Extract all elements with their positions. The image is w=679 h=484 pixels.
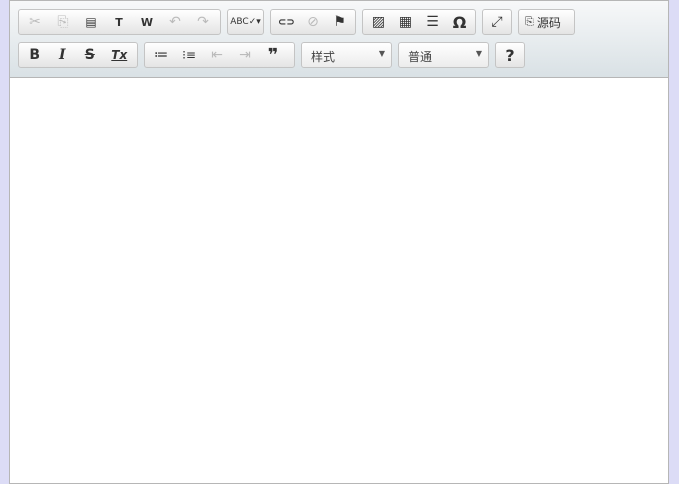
remove-format-icon[interactable]: Tx <box>104 44 135 66</box>
paste-word-icon[interactable]: W <box>133 11 161 33</box>
anchor-flag-icon[interactable]: ⚑ <box>326 11 353 33</box>
dropdown-arrow-icon: ▼ <box>475 49 482 58</box>
format-combo-value: 普通 <box>408 50 433 64</box>
undo-icon[interactable]: ↶ <box>161 11 189 33</box>
numbered-list-icon[interactable]: ≔ <box>147 44 175 66</box>
copy-icon[interactable]: ⎘ <box>49 11 77 33</box>
maximize-icon[interactable]: ⤢ <box>485 11 509 33</box>
editor-content-area[interactable] <box>10 78 668 483</box>
source-label: 源码 <box>536 15 561 30</box>
italic-icon[interactable]: I <box>49 44 77 66</box>
table-icon[interactable]: ▦ <box>392 11 419 33</box>
links-group: ⊂⊃ ⊘ ⚑ <box>270 9 356 35</box>
editor-toolbar: ✂ ⎘ ▤ T W ↶ ↷ ABC✓▾ ⊂⊃ ⊘ ⚑ ▨ ▦ ☰ Ω ⤢ ⎘ 源… <box>10 1 668 78</box>
help-group: ? <box>495 42 525 68</box>
styles-combo-value: 样式 <box>311 50 336 64</box>
bold-icon[interactable]: B <box>21 44 49 66</box>
redo-icon[interactable]: ↷ <box>189 11 217 33</box>
link-icon[interactable]: ⊂⊃ <box>273 11 300 33</box>
paste-text-icon[interactable]: T <box>105 11 133 33</box>
styles-combo[interactable]: 样式 ▼ <box>301 42 392 68</box>
horizontal-rule-icon[interactable]: ☰ <box>419 11 446 33</box>
insert-group: ▨ ▦ ☰ Ω <box>362 9 476 35</box>
blockquote-icon[interactable]: ❞ <box>259 44 287 66</box>
outdent-icon[interactable]: ⇤ <box>203 44 231 66</box>
format-combo[interactable]: 普通 ▼ <box>398 42 489 68</box>
source-icon: ⎘ <box>525 15 534 28</box>
dropdown-arrow-icon: ▼ <box>378 49 385 58</box>
source-button[interactable]: ⎘ 源码 <box>518 9 575 35</box>
basic-format-group: B I S Tx <box>18 42 138 68</box>
spellcheck-icon[interactable]: ABC✓▾ <box>230 11 261 33</box>
spellcheck-group: ABC✓▾ <box>227 9 264 35</box>
help-icon[interactable]: ? <box>498 44 522 66</box>
cut-icon[interactable]: ✂ <box>21 11 49 33</box>
clipboard-group: ✂ ⎘ ▤ T W ↶ ↷ <box>18 9 221 35</box>
rich-text-editor: ✂ ⎘ ▤ T W ↶ ↷ ABC✓▾ ⊂⊃ ⊘ ⚑ ▨ ▦ ☰ Ω ⤢ ⎘ 源… <box>9 0 669 484</box>
maximize-group: ⤢ <box>482 9 512 35</box>
indent-icon[interactable]: ⇥ <box>231 44 259 66</box>
bulleted-list-icon[interactable]: ⁝≡ <box>175 44 203 66</box>
unlink-icon[interactable]: ⊘ <box>300 11 327 33</box>
list-group: ≔ ⁝≡ ⇤ ⇥ ❞ <box>144 42 295 68</box>
image-icon[interactable]: ▨ <box>365 11 392 33</box>
strike-icon[interactable]: S <box>76 44 104 66</box>
special-char-icon[interactable]: Ω <box>446 11 473 33</box>
paste-icon[interactable]: ▤ <box>77 11 105 33</box>
